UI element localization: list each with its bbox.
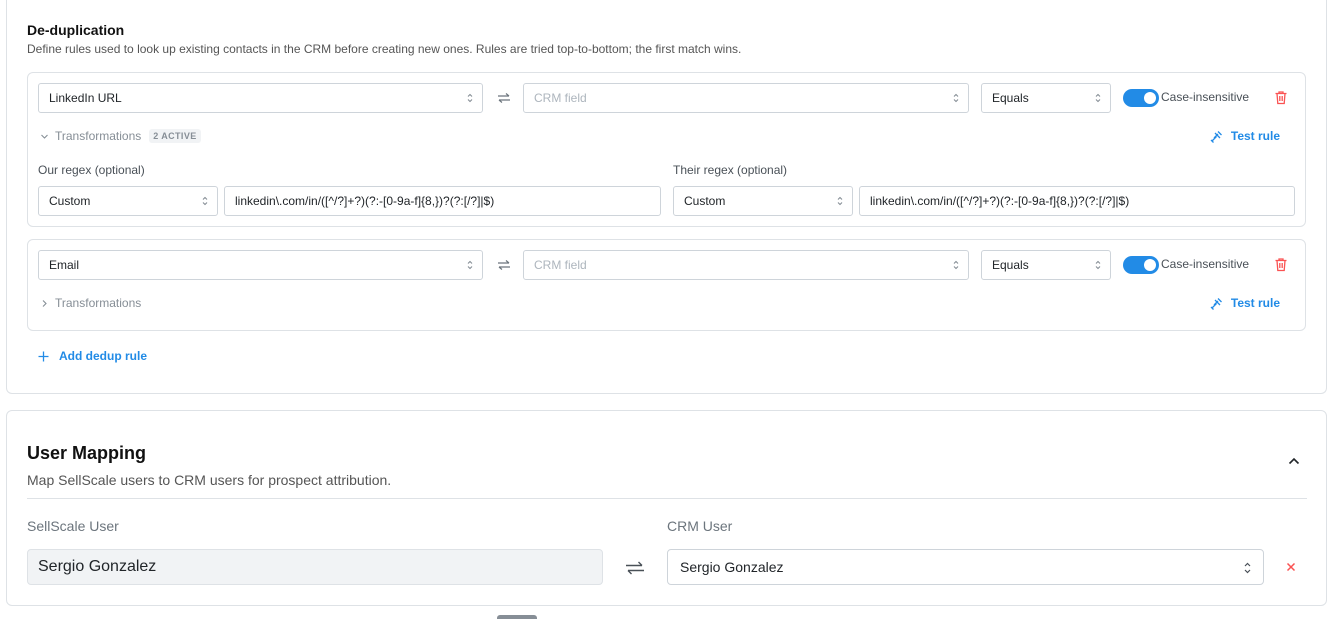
case-insensitive-toggle[interactable] [1123, 89, 1159, 107]
trash-icon[interactable] [1274, 257, 1288, 272]
transformations-label: Transformations [55, 296, 142, 310]
case-insensitive-label: Case-insensitive [1161, 257, 1250, 271]
operator-select[interactable]: Equals [981, 250, 1111, 280]
transformations-label: Transformations [55, 129, 142, 143]
source-field-value: LinkedIn URL [49, 91, 122, 105]
operator-value: Equals [992, 91, 1029, 105]
source-field-select[interactable]: LinkedIn URL [38, 83, 483, 113]
crm-field-select[interactable]: CRM field [523, 83, 969, 113]
active-count-badge: 2 ACTIVE [149, 129, 201, 143]
chevron-updown-icon [837, 196, 843, 206]
dedup-title: De-duplication [27, 22, 125, 38]
our-regex-input[interactable]: linkedin\.com/in/([^/?]+?)(?:-[0-9a-f]{8… [224, 186, 661, 216]
trash-icon[interactable] [1274, 90, 1288, 105]
our-regex-label: Our regex (optional) [38, 163, 145, 177]
user-mapping-title: User Mapping [27, 443, 147, 463]
crm-field-placeholder: CRM field [534, 258, 587, 272]
transformations-toggle[interactable]: Transformations 2 ACTIVE [40, 129, 201, 143]
swap-arrows-icon [498, 260, 510, 270]
chevron-updown-icon [202, 196, 208, 206]
plus-icon [38, 351, 49, 361]
chevron-right-icon [42, 299, 47, 307]
crm-user-value: Sergio Gonzalez [680, 559, 784, 575]
add-dedup-rule-label: Add dedup rule [59, 349, 147, 363]
their-regex-label: Their regex (optional) [673, 163, 788, 177]
chevron-updown-icon [953, 93, 959, 103]
test-rule-label: Test rule [1230, 129, 1280, 143]
source-field-value: Email [49, 258, 80, 272]
dedup-section: De-duplication Define rules used to look… [6, 0, 1327, 394]
sellscale-user-header: SellScale User [27, 518, 119, 534]
transformations-toggle[interactable]: Transformations [40, 296, 141, 310]
case-insensitive-label: Case-insensitive [1161, 90, 1250, 104]
dedup-rule: LinkedIn URL CRM field Equals Case-insen… [27, 72, 1306, 227]
operator-select[interactable]: Equals [981, 83, 1111, 113]
user-mapping-section: User Mapping Map SellScale users to CRM … [6, 410, 1327, 606]
user-mapping-description: Map SellScale users to CRM users for pro… [27, 472, 392, 488]
source-field-select[interactable]: Email [38, 250, 483, 280]
our-regex-mode-select[interactable]: Custom [38, 186, 218, 216]
swap-arrows-icon [498, 93, 510, 103]
operator-value: Equals [992, 258, 1029, 272]
chevron-updown-icon [467, 260, 473, 270]
add-dedup-rule-button[interactable]: Add dedup rule [38, 349, 147, 363]
chevron-updown-icon [1095, 260, 1101, 270]
sellscale-user-field: Sergio Gonzalez [27, 549, 603, 585]
chevron-updown-icon [953, 260, 959, 270]
chevron-up-icon[interactable] [1288, 457, 1300, 465]
test-rule-button[interactable]: Test rule [1210, 129, 1280, 143]
chevron-updown-icon [1244, 562, 1251, 574]
their-regex-input[interactable]: linkedin\.com/in/([^/?]+?)(?:-[0-9a-f]{8… [859, 186, 1295, 216]
case-insensitive-toggle[interactable] [1123, 256, 1159, 274]
crm-user-select[interactable]: Sergio Gonzalez [667, 549, 1264, 585]
test-rule-button[interactable]: Test rule [1210, 296, 1280, 310]
dedup-description: Define rules used to look up existing co… [27, 42, 742, 56]
our-regex-mode-value: Custom [49, 194, 91, 208]
test-rule-label: Test rule [1230, 296, 1280, 310]
chevron-updown-icon [467, 93, 473, 103]
scroll-handle[interactable] [497, 615, 537, 619]
flask-icon [1210, 297, 1222, 310]
their-regex-mode-select[interactable]: Custom [673, 186, 853, 216]
their-regex-mode-value: Custom [684, 194, 726, 208]
divider [27, 498, 1307, 499]
chevron-down-icon [41, 134, 48, 139]
swap-arrows-icon [626, 561, 644, 575]
crm-field-select[interactable]: CRM field [523, 250, 969, 280]
dedup-rule: Email CRM field Equals Case-insensitive … [27, 239, 1306, 331]
flask-icon [1210, 130, 1222, 143]
crm-user-header: CRM User [667, 518, 733, 534]
close-icon[interactable] [1286, 562, 1296, 572]
crm-field-placeholder: CRM field [534, 91, 587, 105]
chevron-updown-icon [1095, 93, 1101, 103]
